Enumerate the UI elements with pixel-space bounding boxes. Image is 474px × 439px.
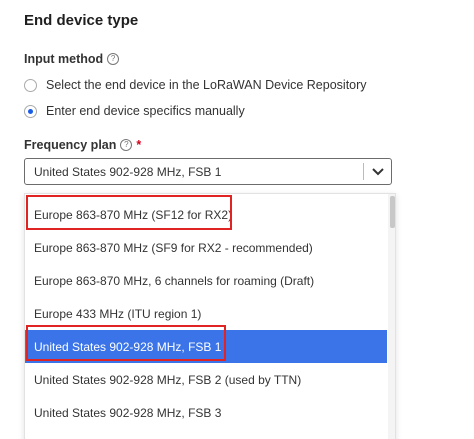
- dropdown-option-label: United States 902-928 MHz, FSB 3: [34, 405, 222, 420]
- dropdown-option[interactable]: United States 902-928 MHz, FSB 3: [25, 396, 387, 429]
- dropdown-option[interactable]: Europe 863-870 MHz (SF9 for RX2 - recomm…: [25, 231, 387, 264]
- dropdown-option[interactable]: Europe 863-870 MHz, 6 channels for roami…: [25, 264, 387, 297]
- frequency-plan-label: Frequency plan ? *: [24, 138, 141, 152]
- end-device-type-panel: End device type Input method ? Select th…: [0, 0, 474, 439]
- radio-button-checked[interactable]: [24, 104, 37, 118]
- radio-repository[interactable]: Select the end device in the LoRaWAN Dev…: [24, 78, 367, 92]
- required-marker: *: [136, 138, 142, 152]
- dropdown-scrollbar[interactable]: [388, 194, 395, 439]
- dropdown-option-label: Europe 863-870 MHz, 6 channels for roami…: [34, 273, 315, 288]
- dropdown-option-label: United States 902-928 MHz, FSB 2 (used b…: [34, 372, 302, 387]
- help-circle-icon[interactable]: ?: [107, 53, 120, 65]
- dropdown-option-label: Europe 433 MHz (ITU region 1): [34, 306, 202, 321]
- frequency-plan-label-text: Frequency plan: [24, 138, 117, 152]
- radio-manual-label: Enter end device specifics manually: [46, 104, 245, 118]
- radio-manual[interactable]: Enter end device specifics manually: [24, 104, 245, 118]
- dropdown-option-label: Europe 863-870 MHz (SF12 for RX2): [34, 207, 233, 222]
- scrollbar-thumb[interactable]: [390, 196, 395, 228]
- frequency-plan-select[interactable]: United States 902-928 MHz, FSB 1: [24, 158, 392, 185]
- dropdown-option-label: Europe 863-870 MHz (SF9 for RX2 - recomm…: [34, 240, 313, 255]
- radio-repository-label: Select the end device in the LoRaWAN Dev…: [46, 78, 367, 92]
- dropdown-option-selected[interactable]: United States 902-928 MHz, FSB 1: [25, 330, 387, 363]
- dropdown-option[interactable]: United States 902-928 MHz, FSB 2 (used b…: [25, 363, 387, 396]
- section-title: End device type: [24, 12, 139, 29]
- input-method-label-text: Input method: [24, 52, 104, 66]
- radio-button-unchecked[interactable]: [24, 78, 37, 92]
- dropdown-option[interactable]: Europe 433 MHz (ITU region 1): [25, 297, 387, 330]
- frequency-plan-dropdown: Europe 863-870 MHz (SF12 for RX2) Europe…: [24, 193, 396, 439]
- input-method-label: Input method ?: [24, 52, 120, 66]
- chevron-down-icon[interactable]: [364, 167, 391, 176]
- dropdown-option-label: United States 902-928 MHz, FSB 1: [34, 339, 222, 354]
- dropdown-option[interactable]: Europe 863-870 MHz (SF12 for RX2): [25, 198, 387, 231]
- help-circle-icon[interactable]: ?: [120, 139, 133, 151]
- frequency-plan-selected-value: United States 902-928 MHz, FSB 1: [34, 164, 222, 179]
